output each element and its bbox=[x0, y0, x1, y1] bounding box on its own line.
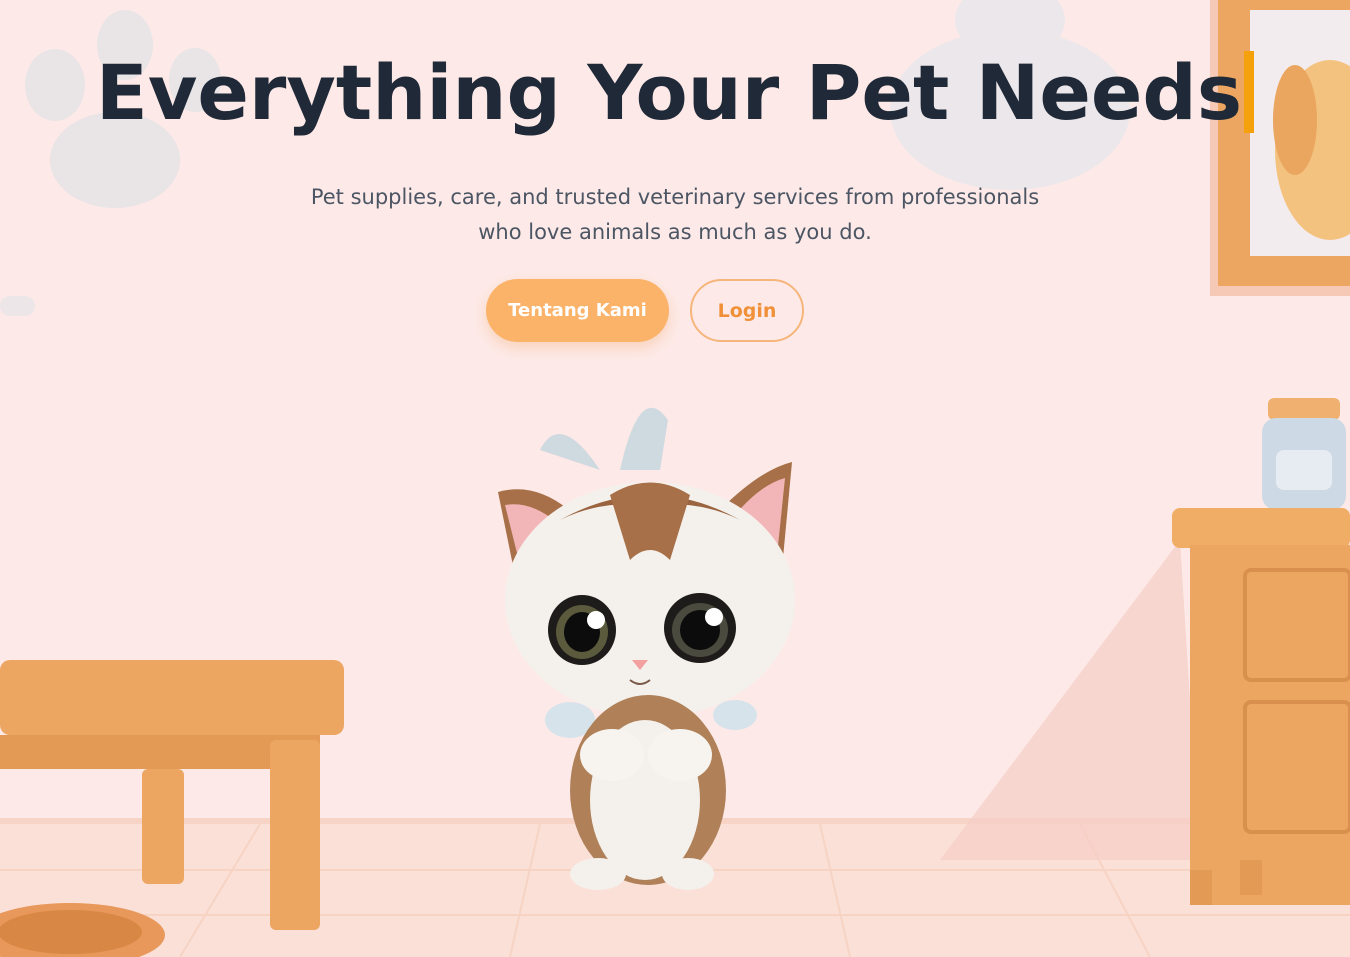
hero-subtitle: Pet supplies, care, and trusted veterina… bbox=[275, 180, 1075, 250]
dresser bbox=[1172, 508, 1350, 905]
typing-caret bbox=[1244, 51, 1255, 133]
jar bbox=[1262, 398, 1346, 510]
background-scene bbox=[0, 0, 1350, 957]
login-button[interactable]: Login bbox=[690, 279, 804, 342]
subtitle-line-2: who love animals as much as you do. bbox=[478, 220, 872, 244]
page-title: Everything Your Pet Needs bbox=[0, 48, 1350, 137]
shadow bbox=[940, 540, 1200, 860]
picture-frame bbox=[1210, 0, 1350, 296]
bunny-ears bbox=[540, 407, 668, 470]
headline-text: Everything Your Pet Needs bbox=[95, 48, 1243, 137]
wall-decoration bbox=[0, 296, 35, 316]
room-illustration bbox=[0, 0, 1350, 957]
tentang-kami-button[interactable]: Tentang Kami bbox=[486, 279, 669, 342]
subtitle-line-1: Pet supplies, care, and trusted veterina… bbox=[310, 185, 1040, 209]
